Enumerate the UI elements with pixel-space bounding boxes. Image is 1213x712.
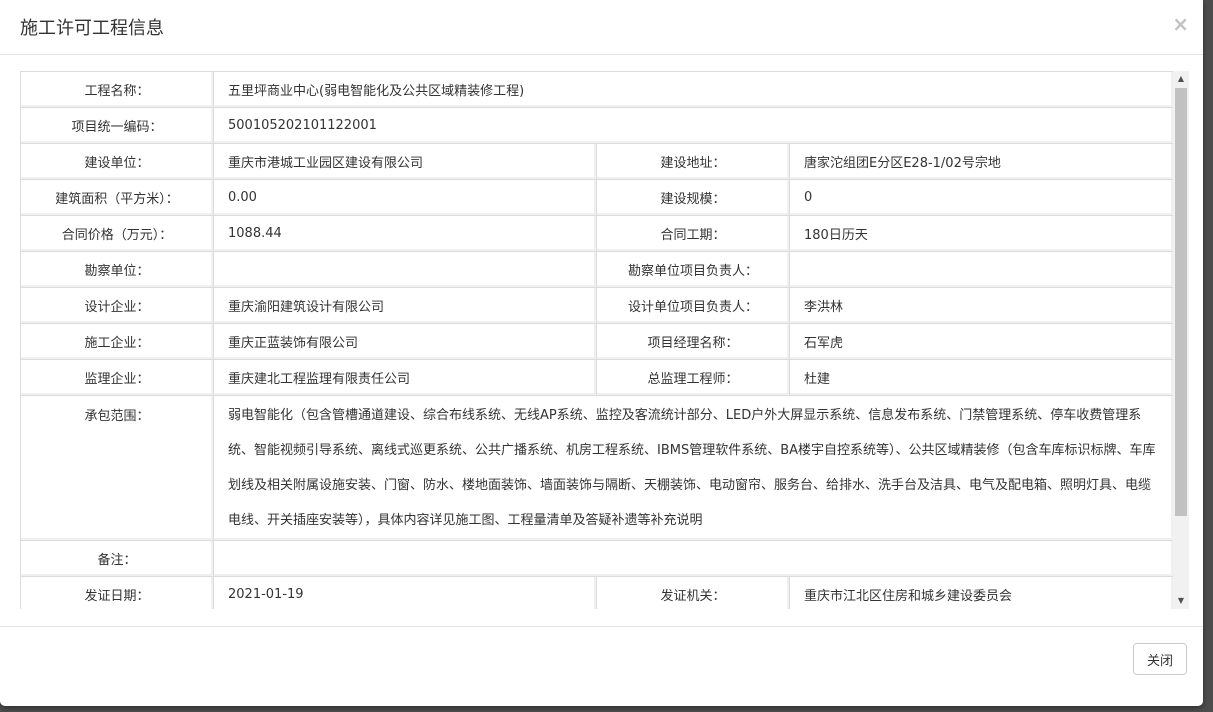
table-row: 设计企业： 重庆渝阳建筑设计有限公司 设计单位项目负责人： 李洪林 [20,287,1173,324]
scope-label: 承包范围： [20,395,214,541]
issue-date-label: 发证日期： [20,576,214,609]
design-leader-value: 李洪林 [788,287,1173,324]
table-row: 建筑面积（平方米）： 0.00 建设规模： 0 [20,179,1173,216]
survey-leader-value [788,251,1173,288]
contract-period-label: 合同工期： [596,215,790,252]
scroll-up-arrow-icon[interactable]: ▲ [1173,71,1189,87]
info-table-viewport: 工程名称： 五里坪商业中心(弱电智能化及公共区域精装修工程) 项目统一编码： 5… [20,71,1173,609]
project-manager-value: 石军虎 [788,323,1173,360]
area-value: 0.00 [213,179,597,216]
design-leader-label: 设计单位项目负责人： [596,287,790,324]
supervision-company-value: 重庆建北工程监理有限责任公司 [213,359,597,396]
build-address-value: 唐家沱组团E分区E28-1/02号宗地 [788,143,1173,180]
permit-info-table: 工程名称： 五里坪商业中心(弱电智能化及公共区域精装修工程) 项目统一编码： 5… [20,71,1173,609]
table-row: 勘察单位： 勘察单位项目负责人： [20,251,1173,288]
area-label: 建筑面积（平方米）： [20,179,214,216]
dialog-footer: 关闭 [0,626,1203,707]
survey-leader-label: 勘察单位项目负责人： [596,251,790,288]
scope-value: 弱电智能化（包含管槽通道建设、综合布线系统、无线AP系统、监控及客流统计部分、L… [212,395,1173,541]
scroll-down-arrow-icon[interactable]: ▼ [1173,593,1189,609]
issue-authority-label: 发证机关： [596,576,790,609]
chief-supervisor-value: 杜建 [788,359,1173,396]
table-row: 项目统一编码： 500105202101122001 [20,107,1173,144]
project-name-value: 五里坪商业中心(弱电智能化及公共区域精装修工程) [212,71,1173,108]
project-code-label: 项目统一编码： [20,107,214,144]
table-row: 工程名称： 五里坪商业中心(弱电智能化及公共区域精装修工程) [20,71,1173,108]
scroll-thumb[interactable] [1175,88,1187,516]
survey-unit-label: 勘察单位： [20,251,214,288]
survey-unit-value [213,251,597,288]
construction-company-value: 重庆正蓝装饰有限公司 [213,323,597,360]
table-row: 发证日期： 2021-01-19 发证机关： 重庆市江北区住房和城乡建设委员会 [20,576,1173,609]
project-code-value: 500105202101122001 [212,107,1173,144]
remark-value [212,540,1173,577]
contract-period-value: 180日历天 [788,215,1173,252]
issue-authority-value: 重庆市江北区住房和城乡建设委员会 [788,576,1173,609]
dialog-header: 施工许可工程信息 × [0,0,1203,55]
table-row: 合同价格（万元）： 1088.44 合同工期： 180日历天 [20,215,1173,252]
table-row: 承包范围： 弱电智能化（包含管槽通道建设、综合布线系统、无线AP系统、监控及客流… [20,395,1173,541]
vertical-scrollbar[interactable]: ▲ ▼ [1173,71,1189,609]
dialog-body: 工程名称： 五里坪商业中心(弱电智能化及公共区域精装修工程) 项目统一编码： 5… [20,71,1189,609]
build-address-label: 建设地址： [596,143,790,180]
construction-company-label: 施工企业： [20,323,214,360]
contract-price-value: 1088.44 [213,215,597,252]
contract-price-label: 合同价格（万元）： [20,215,214,252]
table-row: 施工企业： 重庆正蓝装饰有限公司 项目经理名称： 石军虎 [20,323,1173,360]
dialog-title: 施工许可工程信息 [20,18,164,39]
close-icon[interactable]: × [1172,12,1189,36]
design-company-label: 设计企业： [20,287,214,324]
chief-supervisor-label: 总监理工程师： [596,359,790,396]
table-row: 建设单位： 重庆市港城工业园区建设有限公司 建设地址： 唐家沱组团E分区E28-… [20,143,1173,180]
builder-value: 重庆市港城工业园区建设有限公司 [213,143,597,180]
design-company-value: 重庆渝阳建筑设计有限公司 [213,287,597,324]
project-manager-label: 项目经理名称： [596,323,790,360]
scale-label: 建设规模： [596,179,790,216]
builder-label: 建设单位： [20,143,214,180]
permit-info-dialog: 施工许可工程信息 × 工程名称： 五里坪商业中心(弱电智能化及公共区域精装修工程… [0,0,1203,706]
table-row: 备注： [20,540,1173,577]
close-button[interactable]: 关闭 [1132,643,1187,675]
project-name-label: 工程名称： [20,71,214,108]
supervision-company-label: 监理企业： [20,359,214,396]
remark-label: 备注： [20,540,214,577]
table-row: 监理企业： 重庆建北工程监理有限责任公司 总监理工程师： 杜建 [20,359,1173,396]
scale-value: 0 [788,179,1173,216]
issue-date-value: 2021-01-19 [213,576,597,609]
